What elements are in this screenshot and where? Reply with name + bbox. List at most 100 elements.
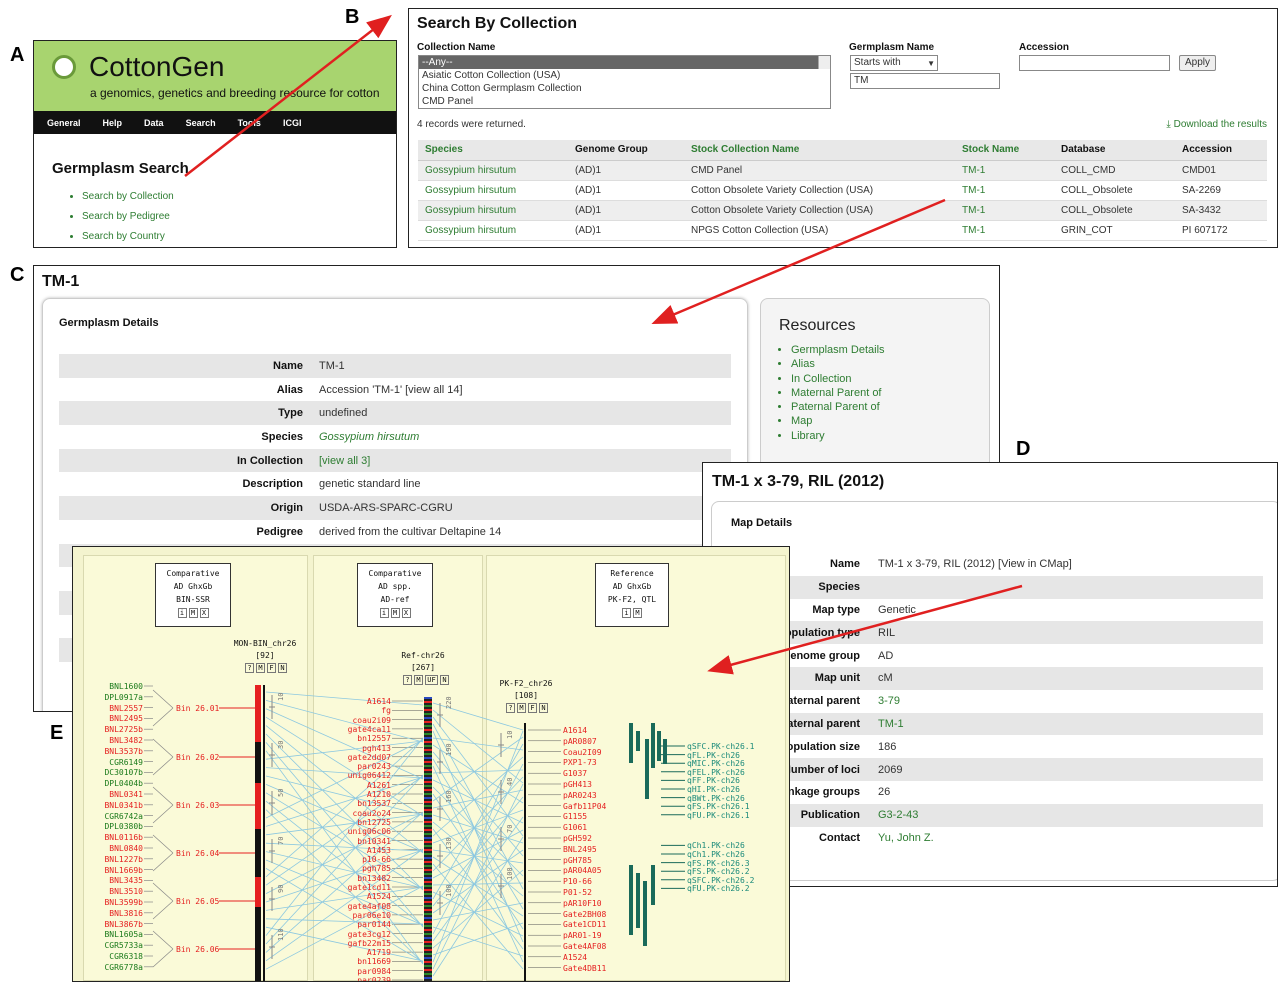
- marker-label[interactable]: DPL0404b: [73, 779, 143, 788]
- marker-label[interactable]: G1155: [563, 812, 643, 821]
- menu-button[interactable]: M: [188, 608, 198, 618]
- marker-label[interactable]: Gafb11P04: [563, 802, 643, 811]
- marker-label[interactable]: A1453: [323, 846, 391, 855]
- marker-label[interactable]: p10-66: [323, 855, 391, 864]
- marker-label[interactable]: P10-66: [563, 877, 643, 886]
- apply-button[interactable]: Apply: [1179, 55, 1217, 71]
- bin-label[interactable]: Bin 26.02: [176, 753, 236, 762]
- species-cell[interactable]: Gossypium hirsutum: [418, 180, 568, 201]
- chr-name[interactable]: Ref-chr26: [383, 651, 463, 660]
- resource-link[interactable]: Paternal Parent of: [791, 400, 989, 414]
- stock-name-cell[interactable]: TM-1: [955, 180, 1054, 201]
- download-results-link[interactable]: ⤓ Download the results: [1166, 119, 1267, 130]
- flip-button[interactable]: F: [528, 703, 537, 713]
- marker-label[interactable]: bn10341: [323, 837, 391, 846]
- search-by-pedigree-link[interactable]: Search by Pedigree: [82, 211, 396, 222]
- marker-label[interactable]: BNL3510: [73, 887, 143, 896]
- marker-label[interactable]: CGR5733a: [73, 941, 143, 950]
- marker-label[interactable]: A1210: [323, 790, 391, 799]
- marker-label[interactable]: Coau2I09: [563, 748, 643, 757]
- marker-label[interactable]: BNL3435: [73, 876, 143, 885]
- marker-label[interactable]: BNL1605a: [73, 930, 143, 939]
- resource-link[interactable]: Maternal Parent of: [791, 386, 989, 400]
- marker-label[interactable]: pGH592: [563, 834, 643, 843]
- qtl-label[interactable]: qFU.PK-ch26.2: [687, 884, 789, 893]
- marker-label[interactable]: par0144: [323, 920, 391, 929]
- marker-label[interactable]: BNL3816: [73, 909, 143, 918]
- bin-label[interactable]: Bin 26.06: [176, 945, 236, 954]
- marker-label[interactable]: A1614: [323, 697, 391, 706]
- marker-label[interactable]: gate2dd07: [323, 753, 391, 762]
- marker-label[interactable]: coau2o24: [323, 809, 391, 818]
- marker-label[interactable]: gate3cg12: [323, 930, 391, 939]
- marker-label[interactable]: Gate4AF08: [563, 942, 643, 951]
- new-button[interactable]: N: [539, 703, 548, 713]
- resource-link[interactable]: Library: [791, 429, 989, 443]
- marker-label[interactable]: CGR6318: [73, 952, 143, 961]
- match-type-select[interactable]: Starts with ▼: [850, 55, 938, 71]
- marker-label[interactable]: BNL3482: [73, 736, 143, 745]
- info-button[interactable]: ?: [506, 703, 515, 713]
- marker-label[interactable]: par0239: [323, 976, 391, 981]
- resource-link[interactable]: Germplasm Details: [791, 343, 989, 357]
- marker-label[interactable]: pgh413: [323, 744, 391, 753]
- marker-label[interactable]: Gate1CD11: [563, 920, 643, 929]
- marker-label[interactable]: Gate4DB11: [563, 964, 643, 973]
- marker-label[interactable]: P01-52: [563, 888, 643, 897]
- bin-label[interactable]: Bin 26.05: [176, 897, 236, 906]
- marker-label[interactable]: bn12557: [323, 734, 391, 743]
- marker-label[interactable]: BNL2725b: [73, 725, 143, 734]
- collection-option[interactable]: CMD Panel: [419, 95, 830, 108]
- nav-help[interactable]: Help: [90, 118, 132, 128]
- cmap-comparative-view[interactable]: Comparative AD GhxGb BIN-SSR iMX Compara…: [72, 546, 790, 982]
- stock-name-cell[interactable]: TM-1: [955, 160, 1054, 181]
- marker-label[interactable]: BNL0341: [73, 790, 143, 799]
- search-by-collection-link[interactable]: Search by Collection: [82, 191, 396, 202]
- detail-value[interactable]: Yu, John Z.: [878, 827, 1263, 850]
- detail-value[interactable]: G3-2-43: [878, 803, 1263, 827]
- marker-label[interactable]: BNL3599b: [73, 898, 143, 907]
- close-button[interactable]: X: [401, 608, 411, 618]
- stock-name-cell[interactable]: TM-1: [955, 200, 1054, 221]
- marker-label[interactable]: pgh785: [323, 864, 391, 873]
- marker-label[interactable]: BNL2557: [73, 704, 143, 713]
- resource-link[interactable]: Map: [791, 414, 989, 428]
- nav-data[interactable]: Data: [131, 118, 173, 128]
- marker-label[interactable]: pGH785: [563, 856, 643, 865]
- marker-label[interactable]: BNL0341b: [73, 801, 143, 810]
- marker-label[interactable]: pAR01-19: [563, 931, 643, 940]
- accession-input[interactable]: [1019, 55, 1170, 71]
- marker-label[interactable]: coau2i09: [323, 716, 391, 725]
- bin-label[interactable]: Bin 26.04: [176, 849, 236, 858]
- marker-label[interactable]: pGH413: [563, 780, 643, 789]
- marker-label[interactable]: par0243: [323, 762, 391, 771]
- qtl-label[interactable]: qFU.PK-ch26.1: [687, 811, 789, 820]
- marker-label[interactable]: bn13482: [323, 874, 391, 883]
- info-button[interactable]: i: [177, 608, 187, 618]
- marker-label[interactable]: A1524: [323, 892, 391, 901]
- marker-label[interactable]: CGR6742a: [73, 812, 143, 821]
- new-button[interactable]: N: [278, 663, 287, 673]
- marker-label[interactable]: par0984: [323, 967, 391, 976]
- marker-label[interactable]: BNL2495: [73, 714, 143, 723]
- menu-button[interactable]: M: [633, 608, 642, 618]
- bin-label[interactable]: Bin 26.03: [176, 801, 236, 810]
- listbox-scrollbar[interactable]: [818, 56, 830, 69]
- marker-label[interactable]: bn13537: [323, 799, 391, 808]
- menu-button[interactable]: M: [517, 703, 526, 713]
- species-cell[interactable]: Gossypium hirsutum: [418, 160, 568, 181]
- marker-label[interactable]: A1719: [323, 948, 391, 957]
- marker-label[interactable]: DC30107b: [73, 768, 143, 777]
- collection-listbox[interactable]: --Any-- Asiatic Cotton Collection (USA) …: [418, 55, 831, 109]
- marker-label[interactable]: pAR0807: [563, 737, 643, 746]
- marker-label[interactable]: par06e10: [323, 911, 391, 920]
- detail-value[interactable]: Accession 'TM-1' [view all 14]: [319, 378, 731, 402]
- marker-label[interactable]: BNL0840: [73, 844, 143, 853]
- menu-button[interactable]: M: [256, 663, 265, 673]
- marker-label[interactable]: pAR0243: [563, 791, 643, 800]
- flip-button[interactable]: UF: [425, 675, 438, 685]
- detail-value[interactable]: TM-1: [878, 712, 1263, 736]
- collection-option[interactable]: --Any--: [419, 56, 830, 69]
- germplasm-name-input[interactable]: TM: [850, 73, 1000, 89]
- detail-value[interactable]: 3-79: [878, 690, 1263, 713]
